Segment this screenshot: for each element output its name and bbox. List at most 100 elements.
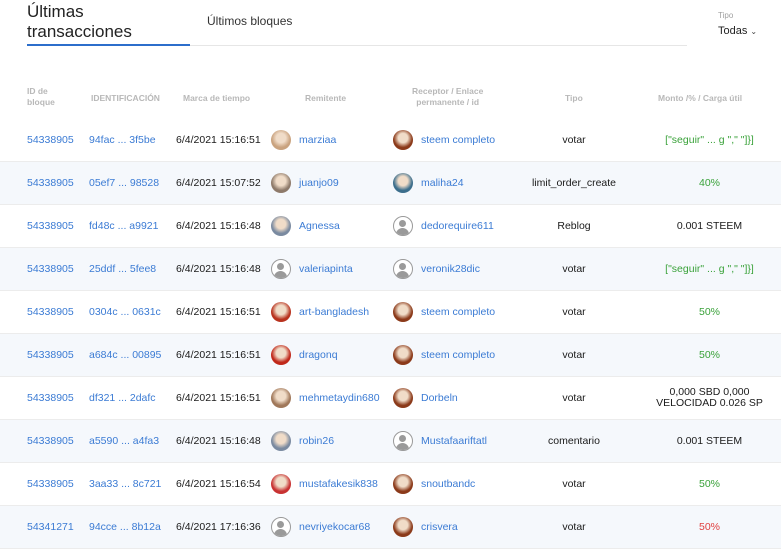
receiver-link[interactable]: maliha24 bbox=[421, 177, 464, 189]
col-amount-header: Monto /% / Carga útil bbox=[658, 93, 743, 103]
sender-cell: Agnessa bbox=[271, 205, 340, 247]
receiver-link[interactable]: Mustafaariftatl bbox=[421, 435, 487, 447]
table-row: 54338905 0304c ... 0631c 6/4/2021 15:16:51… bbox=[0, 291, 781, 334]
sender-avatar bbox=[271, 431, 291, 451]
amount-payload: ["seguir" ... g "," "]}] bbox=[665, 262, 754, 275]
sender-link[interactable]: mehmetaydin680 bbox=[299, 392, 380, 404]
receiver-link[interactable]: crisvera bbox=[421, 521, 458, 533]
sender-cell: robin26 bbox=[271, 420, 334, 462]
sender-link[interactable]: dragonq bbox=[299, 349, 338, 361]
sender-link[interactable]: art-bangladesh bbox=[299, 306, 369, 318]
transaction-id-link[interactable]: 0304c ... 0631c bbox=[89, 291, 161, 333]
receiver-link[interactable]: Dorbeln bbox=[421, 392, 458, 404]
timestamp: 6/4/2021 15:16:48 bbox=[176, 220, 261, 232]
receiver-avatar bbox=[393, 259, 413, 279]
block-id-link[interactable]: 54338905 bbox=[27, 119, 74, 161]
receiver-link[interactable]: veronik28dic bbox=[421, 263, 480, 275]
receiver-link[interactable]: steem completo bbox=[421, 134, 495, 146]
receiver-cell: snoutbandc bbox=[393, 463, 475, 505]
block-id-link[interactable]: 54338905 bbox=[27, 334, 74, 376]
sender-link[interactable]: valeriapinta bbox=[299, 263, 353, 275]
receiver-link[interactable]: steem completo bbox=[421, 349, 495, 361]
block-id-link[interactable]: 54338905 bbox=[27, 420, 74, 462]
timestamp: 6/4/2021 15:16:48 bbox=[176, 435, 261, 447]
transaction-type: Reblog bbox=[557, 220, 591, 232]
transaction-id-link[interactable]: a684c ... 00895 bbox=[89, 334, 161, 376]
transaction-id-link[interactable]: 3aa33 ... 8c721 bbox=[89, 463, 161, 505]
receiver-avatar bbox=[393, 474, 413, 494]
timestamp: 6/4/2021 15:16:51 bbox=[176, 134, 261, 146]
sender-avatar bbox=[271, 173, 291, 193]
col-receiver-line2: permanente / id bbox=[416, 97, 480, 107]
chevron-down-icon: ⌄ bbox=[750, 27, 758, 36]
sender-link[interactable]: juanjo09 bbox=[299, 177, 339, 189]
table-row: 54338905 df321 ... 2dafc 6/4/2021 15:16:51… bbox=[0, 377, 781, 420]
sender-link[interactable]: nevriyekocar68 bbox=[299, 521, 370, 533]
transaction-type: votar bbox=[562, 134, 586, 146]
transaction-id-link[interactable]: 25ddf ... 5fee8 bbox=[89, 248, 156, 290]
timestamp: 6/4/2021 15:16:51 bbox=[176, 392, 261, 404]
sender-link[interactable]: robin26 bbox=[299, 435, 334, 447]
type-filter-select[interactable]: Todas ⌄ bbox=[718, 25, 757, 37]
receiver-cell: crisvera bbox=[393, 506, 458, 548]
type-filter[interactable]: Tipo Todas ⌄ bbox=[718, 11, 757, 37]
col-receiver-line1: Receptor / Enlace bbox=[412, 86, 484, 96]
sender-cell: mehmetaydin680 bbox=[271, 377, 380, 419]
transaction-type: votar bbox=[562, 349, 586, 361]
sender-avatar bbox=[271, 302, 291, 322]
timestamp: 6/4/2021 15:16:48 bbox=[176, 263, 261, 275]
receiver-cell: Mustafaariftatl bbox=[393, 420, 487, 462]
transaction-id-link[interactable]: fd48c ... a9921 bbox=[89, 205, 158, 247]
sender-avatar bbox=[271, 216, 291, 236]
table-row: 54338905 a684c ... 00895 6/4/2021 15:16:51… bbox=[0, 334, 781, 377]
transaction-id-link[interactable]: 94fac ... 3f5be bbox=[89, 119, 156, 161]
transaction-id-link[interactable]: 94cce ... 8b12a bbox=[89, 506, 161, 548]
table-row: 54338905 25ddf ... 5fee8 6/4/2021 15:16:48… bbox=[0, 248, 781, 291]
sender-avatar bbox=[271, 259, 291, 279]
receiver-cell: Dorbeln bbox=[393, 377, 458, 419]
transaction-type: votar bbox=[562, 263, 586, 275]
receiver-avatar bbox=[393, 388, 413, 408]
sender-cell: nevriyekocar68 bbox=[271, 506, 370, 548]
sender-link[interactable]: mustafakesik838 bbox=[299, 478, 378, 490]
timestamp: 6/4/2021 15:07:52 bbox=[176, 177, 261, 189]
transaction-type: votar bbox=[562, 521, 586, 533]
transaction-type: votar bbox=[562, 478, 586, 490]
sender-avatar bbox=[271, 388, 291, 408]
block-id-link[interactable]: 54338905 bbox=[27, 463, 74, 505]
amount-payload: 40% bbox=[698, 176, 720, 189]
transaction-id-link[interactable]: df321 ... 2dafc bbox=[89, 377, 156, 419]
receiver-link[interactable]: steem completo bbox=[421, 306, 495, 318]
receiver-avatar bbox=[393, 345, 413, 365]
block-id-link[interactable]: 54341271 bbox=[27, 506, 74, 548]
block-id-link[interactable]: 54338905 bbox=[27, 377, 74, 419]
sender-link[interactable]: Agnessa bbox=[299, 220, 340, 232]
tab-latest-blocks[interactable]: Últimos bloques bbox=[207, 14, 292, 28]
timestamp: 6/4/2021 15:16:54 bbox=[176, 478, 261, 490]
table-row: 54341271 94cce ... 8b12a 6/4/2021 17:16:36… bbox=[0, 506, 781, 549]
receiver-link[interactable]: snoutbandc bbox=[421, 478, 475, 490]
receiver-link[interactable]: dedorequire611 bbox=[421, 220, 494, 232]
transaction-type: limit_order_create bbox=[531, 177, 617, 189]
block-id-link[interactable]: 54338905 bbox=[27, 291, 74, 333]
transaction-id-link[interactable]: a5590 ... a4fa3 bbox=[89, 420, 159, 462]
sender-avatar bbox=[271, 517, 291, 537]
tab-bar: Últimas transacciones Últimos bloques bbox=[27, 0, 687, 46]
type-filter-label: Tipo bbox=[718, 11, 734, 20]
amount-payload: 0.001 STEEM bbox=[676, 434, 743, 447]
receiver-avatar bbox=[393, 431, 413, 451]
receiver-avatar bbox=[393, 302, 413, 322]
block-id-link[interactable]: 54338905 bbox=[27, 162, 74, 204]
col-receiver-header: Receptor / Enlace permanente / id bbox=[412, 86, 483, 108]
amount-text: 0,000 SBD 0,000 VELOCIDAD 0.026 SP bbox=[656, 386, 763, 409]
receiver-cell: maliha24 bbox=[393, 162, 464, 204]
block-id-link[interactable]: 54338905 bbox=[27, 248, 74, 290]
amount-payload: 50% bbox=[698, 477, 720, 490]
transaction-id-link[interactable]: 05ef7 ... 98528 bbox=[89, 162, 159, 204]
block-id-link[interactable]: 54338905 bbox=[27, 205, 74, 247]
sender-cell: marziaa bbox=[271, 119, 336, 161]
amount-payload: ["seguir" ... g "," "]}] bbox=[665, 133, 754, 146]
receiver-cell: steem completo bbox=[393, 334, 495, 376]
sender-link[interactable]: marziaa bbox=[299, 134, 336, 146]
tab-latest-transactions[interactable]: Últimas transacciones bbox=[27, 0, 190, 46]
